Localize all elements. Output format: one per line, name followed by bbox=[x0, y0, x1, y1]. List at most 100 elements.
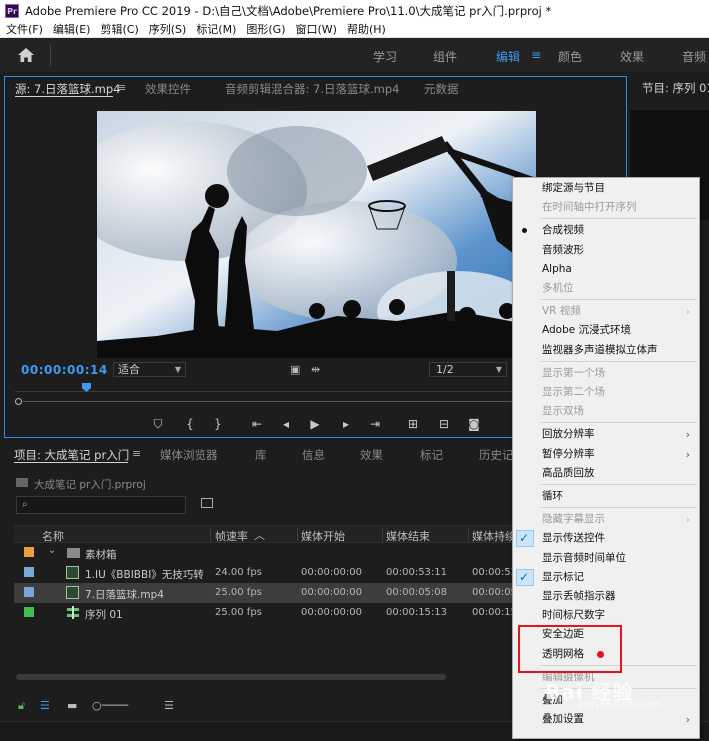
menu-item[interactable]: 暂停分辨率 › bbox=[513, 445, 699, 464]
item-frame-rate: 24.00 fps bbox=[215, 567, 262, 578]
play-icon[interactable]: ▶ bbox=[307, 417, 323, 431]
add-marker-icon[interactable]: ⛉ bbox=[150, 417, 166, 432]
new-bin-icon[interactable] bbox=[201, 498, 213, 508]
menu-file[interactable]: 文件(F) bbox=[6, 21, 43, 37]
playback-resolution-select[interactable]: 1/2 ▼ bbox=[429, 362, 507, 377]
video-preview[interactable] bbox=[97, 111, 536, 358]
item-media-duration: 00:00:15 bbox=[472, 607, 517, 618]
tab-audio-clip-mixer[interactable]: 音频剪辑混合器: 7.日落篮球.mp4 bbox=[225, 81, 399, 97]
menu-item[interactable]: 循环 bbox=[513, 487, 699, 506]
menu-marker[interactable]: 标记(M) bbox=[196, 21, 236, 37]
column-media-start[interactable]: 媒体开始 bbox=[301, 528, 345, 544]
mark-out-icon[interactable]: } bbox=[210, 417, 226, 431]
insert-clip-icon[interactable]: ▣ bbox=[290, 363, 300, 376]
menu-item[interactable]: Alpha bbox=[513, 260, 699, 279]
overwrite-icon[interactable]: ⊟ bbox=[436, 417, 452, 431]
workspace-menu-icon[interactable]: ≡ bbox=[531, 48, 541, 62]
menu-item[interactable]: 时间标尺数字 bbox=[513, 606, 699, 625]
menu-separator bbox=[540, 360, 697, 362]
menu-item[interactable]: 叠加设置 › bbox=[513, 710, 699, 729]
tab-libraries[interactable]: 库 bbox=[255, 447, 267, 463]
menu-item-label: 隐藏字幕显示 bbox=[542, 513, 605, 526]
tab-metadata[interactable]: 元数据 bbox=[424, 81, 459, 97]
workspace-tab-effects[interactable]: 效果 bbox=[620, 48, 644, 65]
label-color-swatch[interactable] bbox=[24, 587, 34, 597]
step-back-icon[interactable]: ◂ bbox=[278, 417, 294, 431]
go-to-out-icon[interactable]: ⇥ bbox=[367, 417, 383, 431]
sort-icons-icon[interactable]: ☰ bbox=[164, 699, 174, 712]
column-media-duration[interactable]: 媒体持续 bbox=[472, 528, 516, 544]
program-panel-title[interactable]: 节目: 序列 01 bbox=[642, 80, 709, 96]
workspace-tab-audio[interactable]: 音频 bbox=[682, 48, 706, 65]
sort-ascending-icon[interactable]: ︿ bbox=[254, 527, 265, 543]
zoom-slider[interactable]: ○──── bbox=[92, 699, 128, 712]
menu-item[interactable]: 回放分辨率 › bbox=[513, 425, 699, 444]
menu-item-label: VR 视频 bbox=[542, 305, 581, 318]
menu-item[interactable]: 显示音频时间单位 bbox=[513, 549, 699, 568]
horizontal-scrollbar[interactable] bbox=[16, 674, 446, 680]
tab-history[interactable]: 历史记 bbox=[479, 447, 514, 463]
workspace-tab-editing[interactable]: 编辑 bbox=[496, 48, 520, 65]
tab-markers[interactable]: 标记 bbox=[420, 447, 443, 463]
menu-edit[interactable]: 编辑(E) bbox=[53, 21, 91, 37]
column-frame-rate[interactable]: 帧速率 bbox=[215, 528, 248, 544]
audio-drag-icon[interactable]: ⇹ bbox=[311, 363, 320, 376]
workspace-tab-color[interactable]: 颜色 bbox=[558, 48, 582, 65]
submenu-arrow-icon: › bbox=[685, 305, 690, 319]
menu-clip[interactable]: 剪辑(C) bbox=[100, 21, 138, 37]
window-title: Adobe Premiere Pro CC 2019 - D:\自己\文档\Ad… bbox=[25, 3, 552, 18]
tab-effect-controls[interactable]: 效果控件 bbox=[145, 81, 191, 97]
lock-icon[interactable]: 🔓︎ bbox=[18, 699, 25, 713]
search-input[interactable]: ⌕ bbox=[16, 496, 186, 514]
tab-source[interactable]: 源: 7.日落篮球.mp4 bbox=[15, 81, 120, 97]
menu-item-label: 显示传送控件 bbox=[542, 532, 605, 545]
menu-item-label: 时间标尺数字 bbox=[542, 609, 605, 622]
folder-icon bbox=[16, 478, 28, 487]
menu-item[interactable]: ✓ 显示传送控件 bbox=[513, 529, 699, 548]
menu-item[interactable]: 合成视频 bbox=[513, 221, 699, 240]
zoom-level-select[interactable]: 适合 ▼ bbox=[113, 362, 186, 377]
project-panel-menu-icon[interactable]: ≡ bbox=[132, 447, 141, 460]
column-media-end[interactable]: 媒体结束 bbox=[386, 528, 430, 544]
menu-item-label: Adobe 沉浸式环境 bbox=[542, 324, 632, 337]
export-frame-icon[interactable]: ◙ bbox=[466, 417, 482, 431]
label-color-swatch[interactable] bbox=[24, 567, 34, 577]
menu-window[interactable]: 窗口(W) bbox=[296, 21, 337, 37]
home-icon[interactable] bbox=[18, 48, 34, 62]
list-view-icon[interactable]: ☰ bbox=[40, 699, 50, 712]
submenu-arrow-icon: › bbox=[685, 428, 690, 442]
mark-in-icon[interactable]: { bbox=[182, 417, 198, 431]
menu-item[interactable]: Adobe 沉浸式环境 bbox=[513, 321, 699, 340]
tab-effects[interactable]: 效果 bbox=[360, 447, 383, 463]
tab-project[interactable]: 项目: 大成笔记 pr入门 bbox=[14, 447, 129, 463]
menu-separator bbox=[540, 218, 697, 220]
menu-item[interactable]: 音频波形 bbox=[513, 241, 699, 260]
menu-item-label: 音频波形 bbox=[542, 243, 584, 256]
column-name[interactable]: 名称 bbox=[42, 528, 64, 544]
menu-item[interactable]: 高品质回放 bbox=[513, 464, 699, 483]
menu-sequence[interactable]: 序列(S) bbox=[149, 21, 187, 37]
menu-item: 隐藏字幕显示 › bbox=[513, 510, 699, 529]
source-panel-menu-icon[interactable]: ≡ bbox=[117, 81, 126, 94]
insert-icon[interactable]: ⊞ bbox=[405, 417, 421, 431]
label-color-swatch[interactable] bbox=[24, 607, 34, 617]
scroll-handle[interactable] bbox=[15, 398, 22, 405]
icon-view-icon[interactable]: ▬ bbox=[67, 699, 77, 712]
menu-item[interactable]: ✓ 显示标记 bbox=[513, 568, 699, 587]
menu-graphics[interactable]: 图形(G) bbox=[246, 21, 285, 37]
source-timecode[interactable]: 00:00:00:14 bbox=[21, 363, 108, 377]
menu-item: 在时间轴中打开序列 bbox=[513, 198, 699, 217]
menu-item[interactable]: 监视器多声道模拟立体声 bbox=[513, 341, 699, 360]
menu-help[interactable]: 帮助(H) bbox=[347, 21, 386, 37]
submenu-arrow-icon: › bbox=[685, 447, 690, 461]
workspace-tab-learn[interactable]: 学习 bbox=[373, 48, 397, 65]
label-color-swatch[interactable] bbox=[24, 547, 34, 557]
chevron-down-icon[interactable]: ⌄ bbox=[48, 545, 56, 556]
go-to-in-icon[interactable]: ⇤ bbox=[249, 417, 265, 431]
tab-info[interactable]: 信息 bbox=[302, 447, 325, 463]
menu-item[interactable]: 绑定源与节目 bbox=[513, 179, 699, 198]
workspace-tab-assembly[interactable]: 组件 bbox=[433, 48, 457, 65]
step-forward-icon[interactable]: ▸ bbox=[338, 417, 354, 431]
tab-media-browser[interactable]: 媒体浏览器 bbox=[160, 447, 218, 463]
menu-item[interactable]: 显示丢帧指示器 bbox=[513, 587, 699, 606]
